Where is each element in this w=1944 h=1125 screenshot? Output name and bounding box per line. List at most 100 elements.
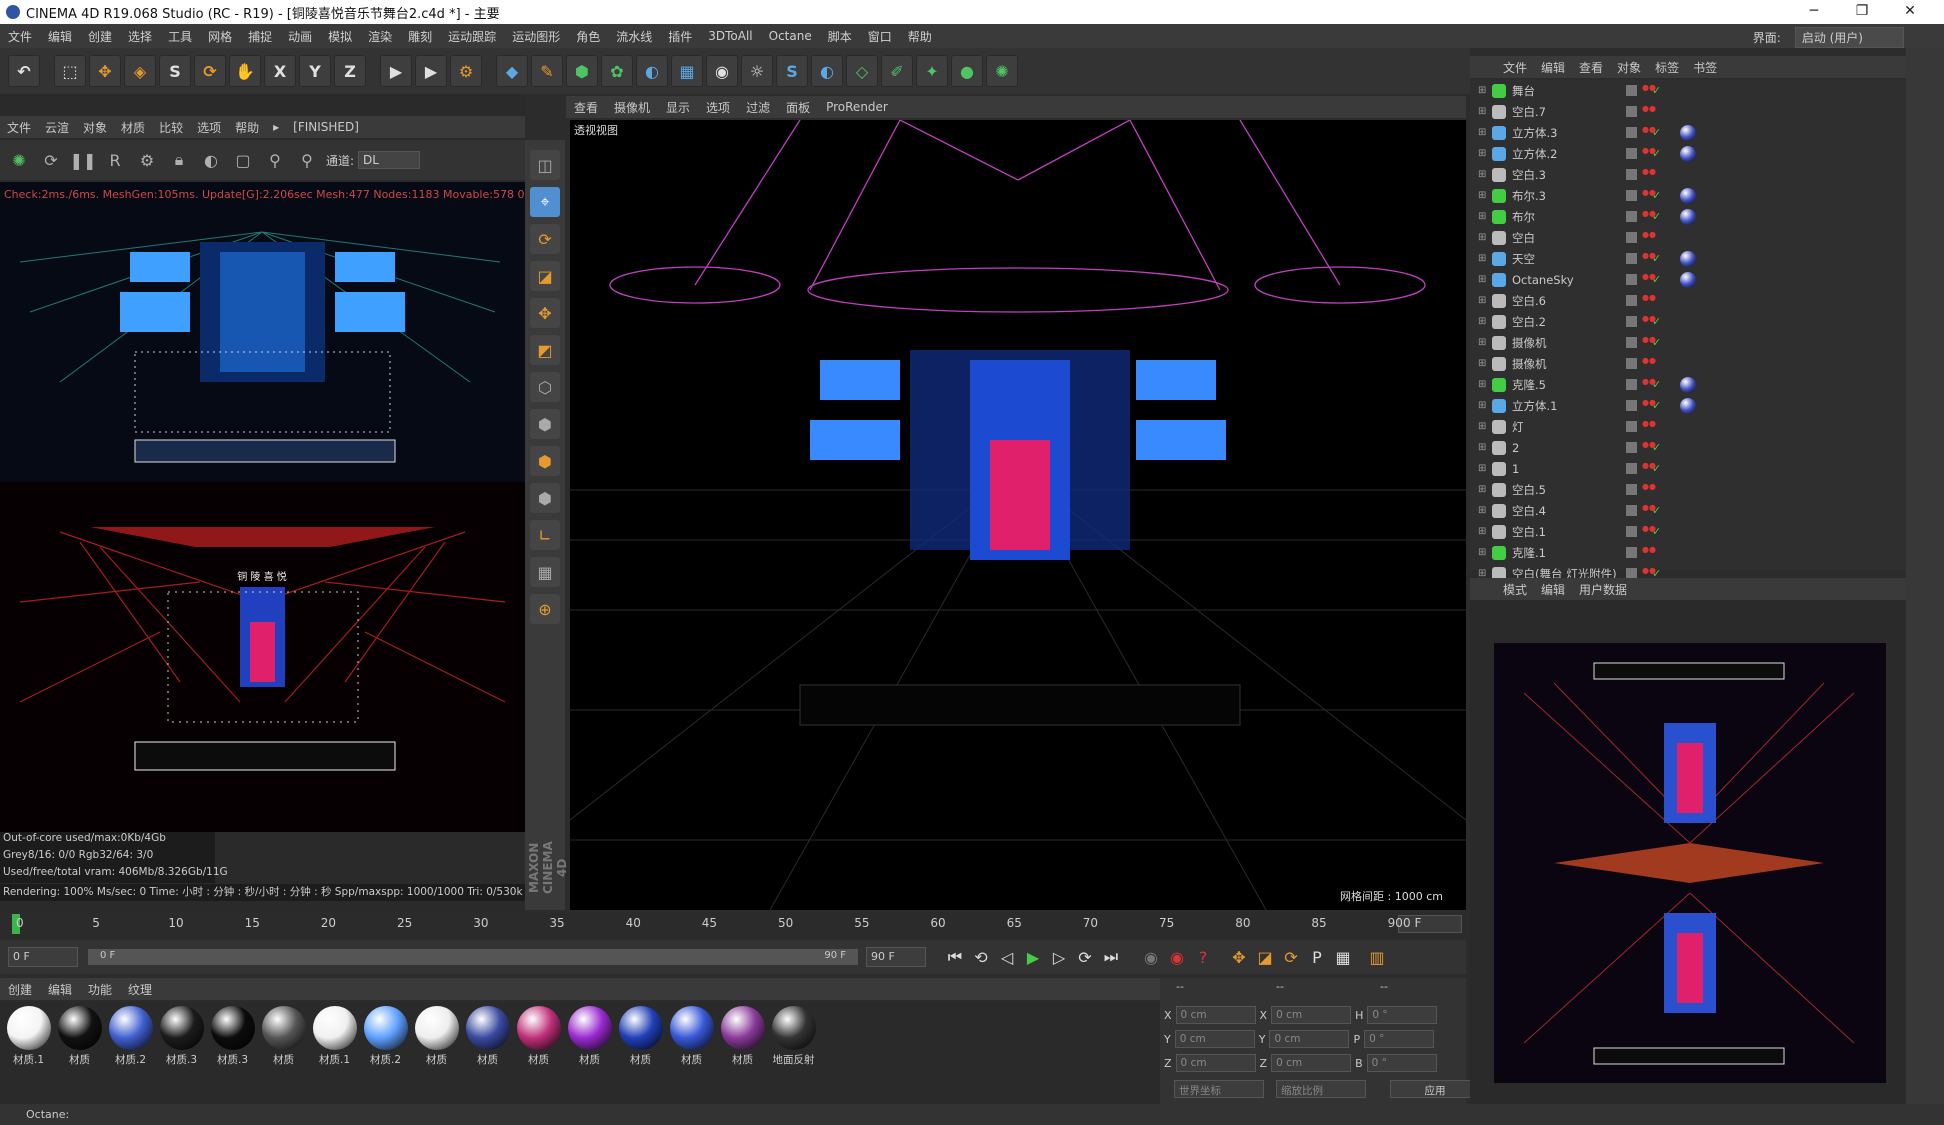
- y-axis-icon[interactable]: Y: [299, 55, 331, 87]
- object-row[interactable]: ⊞ OctaneSky ●● ✓: [1470, 269, 1906, 290]
- octane-lights-icon[interactable]: ✐: [881, 55, 913, 87]
- x-axis-icon[interactable]: X: [264, 55, 296, 87]
- size-x-field[interactable]: 0 cm: [1271, 1006, 1352, 1024]
- menu-item[interactable]: 书签: [1686, 59, 1724, 76]
- expand-icon[interactable]: ⊞: [1478, 148, 1492, 159]
- layer-icon[interactable]: [1626, 484, 1637, 495]
- record-keys-icon[interactable]: ◉: [1138, 944, 1164, 970]
- object-row[interactable]: ⊞ 空白.3 ●●: [1470, 164, 1906, 185]
- object-row[interactable]: ⊞ 天空 ●● ✓: [1470, 248, 1906, 269]
- visibility-dots-icon[interactable]: ●●: [1642, 293, 1656, 308]
- maximize-button[interactable]: ❐: [1840, 0, 1884, 24]
- material-item[interactable]: 材质.2: [106, 1002, 155, 1104]
- undo-icon[interactable]: ↶: [8, 55, 40, 87]
- move-icon[interactable]: ✥: [89, 55, 121, 87]
- goto-start-icon[interactable]: ⏮: [942, 944, 968, 970]
- layer-icon[interactable]: [1626, 547, 1637, 558]
- visibility-dots-icon[interactable]: ●●: [1642, 335, 1656, 350]
- key-scale-icon[interactable]: ◪: [1252, 944, 1278, 970]
- model-mode-icon[interactable]: ◫: [530, 150, 560, 180]
- render-settings-icon[interactable]: ⚙: [450, 55, 482, 87]
- key-position-icon[interactable]: ✥: [1226, 944, 1252, 970]
- material-tag-icon[interactable]: [1680, 397, 1696, 414]
- material-item[interactable]: 材质: [55, 1002, 104, 1104]
- enabled-check-icon[interactable]: ✓: [1652, 210, 1661, 223]
- world-coord-dropdown[interactable]: 世界坐标: [1174, 1080, 1264, 1098]
- layer-icon[interactable]: [1626, 463, 1637, 474]
- layer-icon[interactable]: [1626, 379, 1637, 390]
- render-start-icon[interactable]: ✺: [6, 147, 32, 173]
- visibility-dots-icon[interactable]: ●●: [1642, 314, 1656, 329]
- region-icon[interactable]: R: [102, 147, 128, 173]
- menu-item[interactable]: 标签: [1648, 59, 1686, 76]
- layer-icon[interactable]: [1626, 295, 1637, 306]
- enabled-check-icon[interactable]: ✓: [1652, 273, 1661, 286]
- pos-z-field[interactable]: 0 cm: [1175, 1054, 1256, 1072]
- layer-icon[interactable]: [1626, 106, 1637, 117]
- object-row[interactable]: ⊞ 立方体.3 ●● ✓: [1470, 122, 1906, 143]
- menu-item[interactable]: 角色: [568, 28, 608, 45]
- expand-icon[interactable]: ⊞: [1478, 505, 1492, 516]
- menu-item[interactable]: 捕捉: [240, 28, 280, 45]
- expand-icon[interactable]: ⊞: [1478, 169, 1492, 180]
- menu-item[interactable]: 工具: [160, 28, 200, 45]
- material-item[interactable]: 材质: [259, 1002, 308, 1104]
- range-slider[interactable]: 0 F 90 F: [88, 949, 858, 965]
- menu-item[interactable]: ▸: [266, 120, 286, 134]
- menu-item[interactable]: 选择: [120, 28, 160, 45]
- frame-icon[interactable]: ▢: [230, 147, 256, 173]
- visibility-dots-icon[interactable]: ●●: [1642, 440, 1656, 455]
- menu-item[interactable]: 用户数据: [1572, 581, 1634, 598]
- material-tag-icon[interactable]: [1680, 208, 1696, 225]
- menu-item[interactable]: 查看: [1572, 59, 1610, 76]
- expand-icon[interactable]: ⊞: [1478, 127, 1492, 138]
- menu-item[interactable]: 文件: [1496, 59, 1534, 76]
- visibility-dots-icon[interactable]: ●●: [1642, 356, 1656, 371]
- menu-item[interactable]: 选项: [190, 119, 228, 136]
- scale-icon[interactable]: ◈: [124, 55, 156, 87]
- expand-icon[interactable]: ⊞: [1478, 421, 1492, 432]
- material-item[interactable]: 地面反射: [769, 1002, 818, 1104]
- material-item[interactable]: 材质: [514, 1002, 563, 1104]
- octane-settings-icon[interactable]: ✺: [986, 55, 1018, 87]
- layer-icon[interactable]: [1626, 442, 1637, 453]
- deformer-icon[interactable]: ◐: [636, 55, 668, 87]
- enabled-check-icon[interactable]: ✓: [1652, 378, 1661, 391]
- material-item[interactable]: 材质.3: [157, 1002, 206, 1104]
- menu-item[interactable]: 选项: [698, 99, 738, 116]
- visibility-dots-icon[interactable]: ●●: [1642, 272, 1656, 287]
- enabled-check-icon[interactable]: ✓: [1652, 336, 1661, 349]
- octane-camera-icon[interactable]: ✦: [916, 55, 948, 87]
- menu-item[interactable]: 编辑: [1534, 581, 1572, 598]
- material-item[interactable]: 材质: [412, 1002, 461, 1104]
- menu-item[interactable]: 摄像机: [606, 99, 658, 116]
- menu-item[interactable]: 脚本: [820, 28, 860, 45]
- prev-frame-icon[interactable]: ◁: [994, 944, 1020, 970]
- menu-item[interactable]: 模式: [1496, 581, 1534, 598]
- layer-icon[interactable]: [1626, 232, 1637, 243]
- key-rotation-icon[interactable]: ⟳: [1278, 944, 1304, 970]
- menu-item[interactable]: 文件: [0, 28, 40, 45]
- enabled-check-icon[interactable]: ✓: [1652, 504, 1661, 517]
- layer-icon[interactable]: [1626, 400, 1637, 411]
- object-row[interactable]: ⊞ 空白.6 ●●: [1470, 290, 1906, 311]
- layer-icon[interactable]: [1626, 316, 1637, 327]
- expand-icon[interactable]: ⊞: [1478, 316, 1492, 327]
- expand-icon[interactable]: ⊞: [1478, 85, 1492, 96]
- points-mode-icon[interactable]: ⬡: [530, 372, 560, 402]
- material-tag-icon[interactable]: [1680, 376, 1696, 393]
- enabled-check-icon[interactable]: ✓: [1652, 525, 1661, 538]
- channel-select[interactable]: 通道: DL: [326, 151, 420, 169]
- visibility-dots-icon[interactable]: ●●: [1642, 545, 1656, 560]
- layer-icon[interactable]: [1626, 85, 1637, 96]
- enabled-check-icon[interactable]: ✓: [1652, 189, 1661, 202]
- apply-button[interactable]: 应用: [1390, 1080, 1480, 1098]
- enabled-check-icon[interactable]: ✓: [1652, 441, 1661, 454]
- enabled-check-icon[interactable]: ✓: [1652, 315, 1661, 328]
- uv-icon[interactable]: ◩: [530, 335, 560, 365]
- layer-icon[interactable]: [1626, 253, 1637, 264]
- s-icon[interactable]: S: [159, 55, 191, 87]
- enabled-check-icon[interactable]: ✓: [1652, 462, 1661, 475]
- object-row[interactable]: ⊞ 布尔 ●● ✓: [1470, 206, 1906, 227]
- menu-item[interactable]: 文件: [0, 119, 38, 136]
